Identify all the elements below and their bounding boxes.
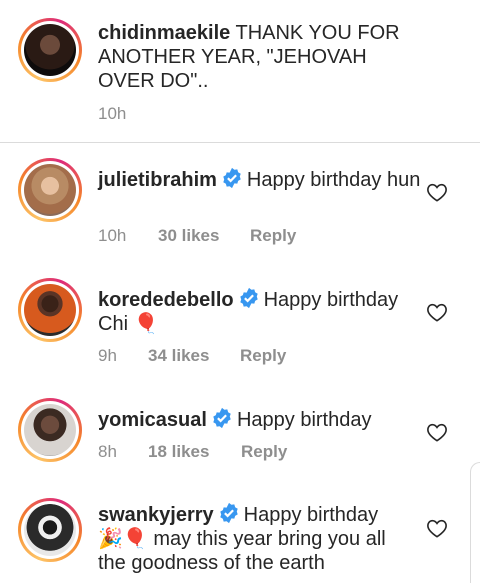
comment-username[interactable]: korededebello (98, 289, 234, 311)
caption-row: chidinmaekile THANK YOU FOR ANOTHER YEAR… (0, 0, 480, 142)
verified-badge-icon (219, 502, 238, 524)
heart-outline-icon[interactable] (426, 518, 448, 538)
verified-badge-icon (239, 287, 258, 309)
popup-edge (470, 462, 480, 583)
reply-button[interactable]: Reply (241, 442, 287, 462)
comment-text: yomicasual Happy birthday (98, 407, 428, 432)
comment-time: 9h (98, 346, 117, 365)
comment-time: 8h (98, 442, 117, 461)
avatar-image (24, 404, 76, 456)
comment-body-line1: Happy birthday (243, 504, 379, 526)
comment-meta: 9h 34 likes Reply (98, 346, 286, 366)
verified-badge-icon (223, 167, 241, 189)
likes-count[interactable]: 30 likes (158, 226, 250, 246)
reply-button[interactable]: Reply (250, 226, 296, 246)
caption-text: chidinmaekile THANK YOU FOR ANOTHER YEAR… (98, 21, 418, 93)
caption-meta: 10h (98, 104, 126, 124)
comment-body: Happy birthday hun (246, 169, 421, 191)
likes-count[interactable]: 18 likes (148, 442, 241, 462)
comment-body: Happy birthday (236, 409, 372, 431)
reply-button[interactable]: Reply (240, 346, 286, 366)
comment-meta: 8h 18 likes Reply (98, 442, 287, 462)
comment-row: yomicasual Happy birthday 8h 18 likes Reply (0, 383, 480, 483)
comment-avatar[interactable] (18, 158, 82, 222)
comment-row: julietibrahim Happy birthday hun 10h 30 li… (0, 143, 480, 263)
heart-outline-icon[interactable] (426, 302, 448, 322)
comment-username[interactable]: julietibrahim (98, 169, 217, 191)
caption-avatar[interactable] (18, 18, 82, 82)
avatar-image (24, 164, 76, 216)
verified-badge-icon (213, 407, 231, 429)
comment-username[interactable]: swankyjerry (98, 504, 214, 526)
avatar-image (24, 284, 76, 336)
comment-avatar[interactable] (18, 278, 82, 342)
heart-outline-icon[interactable] (426, 182, 448, 202)
comment-text: swankyjerry Happy birthday 🎉🎈 may this ye… (98, 502, 408, 575)
avatar-image (24, 504, 76, 556)
heart-outline-icon[interactable] (426, 422, 448, 442)
comment-avatar[interactable] (18, 498, 82, 562)
comment-text: julietibrahim Happy birthday hun (98, 167, 428, 192)
comment-time: 10h (98, 226, 127, 245)
balloon-emoji: 🎈 (133, 313, 159, 335)
likes-count[interactable]: 34 likes (148, 346, 240, 366)
caption-username[interactable]: chidinmaekile (98, 22, 230, 44)
comment-meta: 10h 30 likes Reply (98, 226, 296, 246)
caption-time: 10h (98, 104, 127, 123)
comment-row: korededebello Happy birthday Chi 🎈 9h 34 l… (0, 263, 480, 383)
party-balloon-emoji: 🎉🎈 (98, 528, 148, 550)
comment-username[interactable]: yomicasual (98, 409, 207, 431)
comment-avatar[interactable] (18, 398, 82, 462)
comment-text: korededebello Happy birthday Chi 🎈 (98, 287, 428, 336)
avatar-image (24, 24, 76, 76)
comment-row: swankyjerry Happy birthday 🎉🎈 may this ye… (0, 480, 480, 583)
